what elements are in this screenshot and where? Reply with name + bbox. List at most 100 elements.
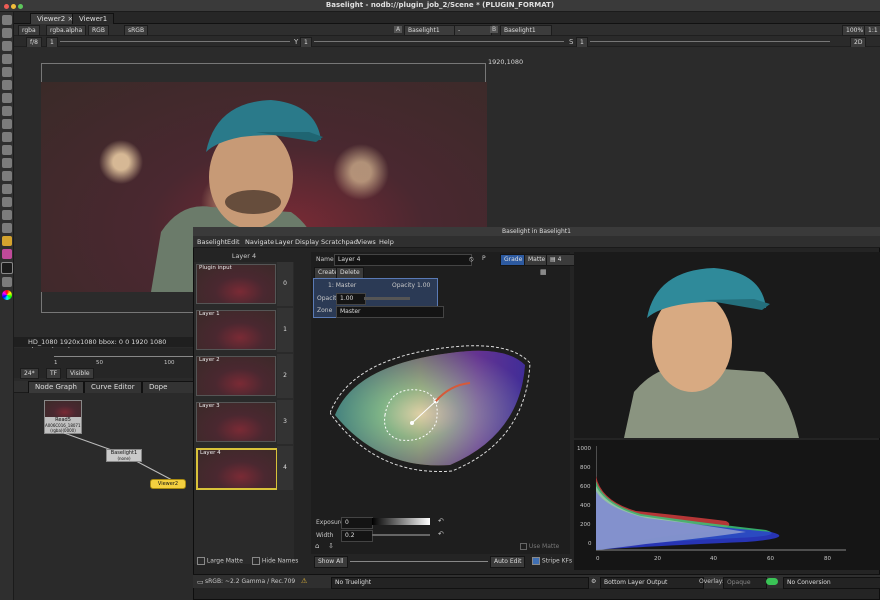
layer-thumbnail[interactable]: Layer 4 [196, 448, 278, 490]
layer-name-field[interactable]: Layer 4 [334, 254, 472, 266]
menu-navigate[interactable]: Navigate [245, 238, 274, 246]
color-wheel-icon[interactable] [1, 290, 12, 300]
layer-thumbnail[interactable]: Layer 1 [196, 310, 276, 350]
use-matte-checkbox[interactable]: Use Matte [520, 543, 559, 550]
width-slider[interactable] [372, 534, 430, 536]
fps-select[interactable]: 24* [20, 368, 39, 379]
overlay-select[interactable]: Opaque [723, 577, 767, 589]
alpha-select[interactable]: rgba.alpha [46, 25, 87, 36]
exposure-slider[interactable] [372, 518, 430, 525]
opacity-slider[interactable] [364, 297, 410, 300]
hide-names-checkbox[interactable]: Hide Names [252, 557, 298, 565]
other-icon[interactable] [1, 210, 12, 220]
toggle-icon[interactable] [766, 578, 778, 585]
particles-icon[interactable] [1, 145, 12, 155]
warning-icon[interactable]: ⚠ [301, 577, 307, 585]
settings-icon[interactable]: ⚙ [591, 578, 596, 585]
checkbox-icon[interactable] [520, 543, 527, 550]
input-a-select[interactable]: Baselight1 [404, 25, 456, 36]
tab-curve-editor[interactable]: Curve Editor [84, 381, 142, 393]
input-b-select[interactable]: Baselight1 [500, 25, 552, 36]
visible-select[interactable]: Visible [66, 368, 94, 379]
rgb-select[interactable]: RGB [88, 25, 109, 36]
reset-exposure-icon[interactable]: ↶ [438, 517, 444, 525]
tab-grade[interactable]: Grade [500, 254, 527, 266]
merge-icon[interactable] [1, 106, 12, 116]
checkbox-icon[interactable] [197, 557, 205, 565]
stripe-kfs-checkbox[interactable]: Stripe KFs [532, 557, 572, 565]
channels-select[interactable]: rgba [18, 25, 40, 36]
options-icon[interactable]: ▦ [540, 268, 547, 276]
checkbox-icon[interactable] [252, 557, 260, 565]
menu-views[interactable]: Views [357, 238, 376, 246]
tab-dope-sheet[interactable]: Dope Sheet [142, 381, 194, 402]
color-icon[interactable] [1, 67, 12, 77]
truelight-select[interactable]: No Truelight [331, 577, 589, 589]
checkbox-icon[interactable] [532, 557, 540, 565]
toolsets-icon[interactable] [1, 197, 12, 207]
plugin-icon[interactable] [1, 249, 12, 259]
timeline-ruler[interactable] [54, 356, 194, 357]
timeline[interactable]: 1 50 100 24* TF Visible [14, 348, 194, 379]
home-icon[interactable]: ⌂ [315, 542, 319, 550]
keyer-icon[interactable] [1, 93, 12, 103]
menu-layer[interactable]: Layer [275, 238, 293, 246]
exposure-field[interactable]: 0 [341, 517, 373, 529]
metadata-icon[interactable] [1, 184, 12, 194]
view-count-select[interactable]: ▤ 4 [546, 254, 576, 266]
opacity-field[interactable]: 1.00 [336, 293, 366, 305]
pin-icon[interactable]: ⇩ [328, 542, 334, 550]
menu-help[interactable]: Help [379, 238, 394, 246]
layer-list[interactable]: Plugin input 0 Layer 1 1 Layer 2 2 Layer… [194, 262, 294, 564]
channel-icon[interactable] [1, 54, 12, 64]
colorspace-select[interactable]: sRGB [124, 25, 149, 36]
auto-edit-select[interactable]: Auto Edit [490, 556, 526, 568]
gamma-slider[interactable] [314, 41, 564, 42]
baselight-icon[interactable] [0, 262, 13, 274]
filter-icon[interactable] [1, 80, 12, 90]
node-graph[interactable]: Read5 A006C016_180711_1.0R...0bf.mov (rg… [14, 393, 194, 600]
ofx-icon[interactable] [1, 236, 12, 246]
layer-number: 4 [277, 446, 293, 490]
histogram[interactable]: 1000 800 600 400 200 0 0 20 40 60 80 [574, 440, 880, 570]
layer-thumbnail[interactable]: Layer 3 [196, 402, 276, 442]
menu-edit[interactable]: Edit [227, 238, 240, 246]
tf-select[interactable]: TF [46, 368, 62, 379]
ratio-label[interactable]: 1:1 [864, 25, 880, 36]
conversion-select[interactable]: No Conversion [783, 577, 880, 589]
time-icon[interactable] [1, 41, 12, 51]
saturation-slider[interactable] [590, 41, 830, 42]
viewer-node[interactable]: Viewer2 [150, 479, 186, 489]
layer-thumbnail[interactable]: Layer 2 [196, 356, 276, 396]
layer-thumbnail[interactable]: Plugin input [196, 264, 276, 304]
menu-scratchpad[interactable]: Scratchpad [321, 238, 358, 246]
menu-display[interactable]: Display [295, 238, 319, 246]
p-button[interactable]: P [482, 255, 486, 262]
settings-icon[interactable] [1, 277, 12, 287]
3d-icon[interactable] [1, 132, 12, 142]
pen-icon[interactable] [1, 28, 12, 38]
display-icon[interactable]: ▭ [197, 578, 204, 586]
wipe-select[interactable]: - [454, 25, 492, 36]
show-all-select[interactable]: Show All [314, 556, 348, 568]
deep-icon[interactable] [1, 158, 12, 168]
disable-icon[interactable]: ⦸ [469, 255, 474, 264]
large-matte-checkbox[interactable]: Large Matte [197, 557, 243, 565]
reset-width-icon[interactable]: ↶ [438, 530, 444, 538]
zone-select[interactable]: Master [336, 306, 444, 318]
viewer-icon[interactable] [1, 15, 12, 25]
menu-baselight[interactable]: Baselight [197, 238, 227, 246]
furnace-icon[interactable] [1, 223, 12, 233]
gain-slider[interactable] [60, 41, 290, 42]
layer-output-select[interactable]: Bottom Layer Output [600, 577, 704, 589]
views-icon[interactable] [1, 171, 12, 181]
baselight-node[interactable]: Baselight1 (none) [106, 449, 142, 462]
chromaticity-diagram[interactable] [330, 345, 550, 475]
master-operator[interactable]: 1: Master Opacity 1.00 Opacity 1.00 Zone… [313, 278, 444, 318]
traffic-lights[interactable] [4, 3, 28, 9]
transform-icon[interactable] [1, 119, 12, 129]
width-field[interactable]: 0.2 [341, 530, 373, 542]
tab-node-graph[interactable]: Node Graph [28, 381, 84, 393]
keyframe-track[interactable] [350, 561, 488, 562]
grade-viewer[interactable] [574, 252, 880, 438]
